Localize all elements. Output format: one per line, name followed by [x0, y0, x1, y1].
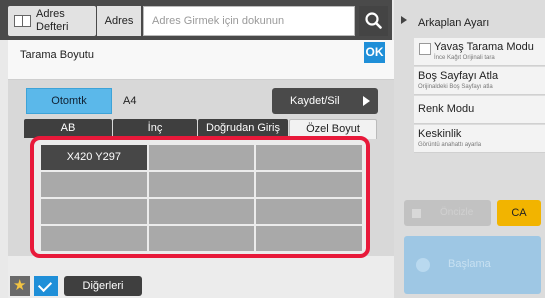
custom-size-slot[interactable] [256, 145, 362, 170]
custom-size-slot[interactable] [256, 172, 362, 197]
store-delete-button[interactable]: Kaydet/Sil [272, 88, 378, 114]
custom-size-slot[interactable] [148, 145, 255, 170]
custom-size-grid: X420 Y297 [41, 145, 362, 251]
background-adjust-item[interactable]: Arkaplan Ayarı [418, 17, 489, 29]
skip-blank-page-sub: Orijinaldeki Boş Sayfayı atla [418, 84, 493, 90]
address-book-label: Adres Defteri [36, 8, 69, 33]
search-button[interactable] [359, 6, 388, 36]
arrow-right-icon [363, 96, 370, 106]
color-mode-label: Renk Modu [418, 103, 475, 115]
address-book-button[interactable]: Adres Defteri [8, 6, 96, 36]
sharpness-sub: Görüntü anahattı ayarla [418, 142, 482, 148]
checkbox-icon[interactable] [419, 43, 431, 55]
skip-blank-page-label: Boş Sayfayı Atla [418, 70, 499, 82]
address-input[interactable]: Adres Girmek için dokunun [143, 6, 355, 36]
clear-all-button[interactable]: CA [497, 200, 541, 226]
ok-button[interactable]: OK [364, 42, 385, 63]
search-icon [365, 12, 382, 29]
collapse-arrow-icon[interactable] [401, 16, 407, 24]
custom-size-slot[interactable] [148, 199, 255, 224]
checkmark-icon[interactable] [34, 276, 58, 296]
store-delete-label: Kaydet/Sil [290, 95, 340, 107]
star-icon[interactable] [10, 276, 30, 296]
custom-size-slot[interactable] [256, 199, 362, 224]
address-tab[interactable]: Adres [97, 6, 141, 36]
auto-size-button[interactable]: Otomtk [26, 88, 112, 114]
slow-scan-mode-item[interactable]: Yavaş Tarama Modu İnce Kağıt Orijinali t… [414, 38, 545, 66]
preview-label: Öncizle [440, 207, 474, 218]
custom-size-slot[interactable] [41, 199, 147, 224]
sharpness-label: Keskinlik [418, 128, 462, 140]
slow-scan-mode-label: Yavaş Tarama Modu [434, 41, 534, 53]
custom-size-slot[interactable]: X420 Y297 [41, 145, 147, 170]
address-book-icon [14, 15, 31, 27]
start-icon [416, 258, 430, 272]
current-size-value: A4 [123, 95, 137, 107]
custom-size-slot[interactable] [148, 172, 255, 197]
start-label: Başlama [448, 258, 491, 270]
sharpness-item[interactable]: Keskinlik Görüntü anahattı ayarla [414, 125, 545, 153]
preview-button[interactable]: Öncizle [404, 200, 491, 226]
custom-size-slot[interactable] [41, 226, 147, 251]
start-button[interactable]: Başlama [404, 236, 541, 294]
screen: Adres Defteri Adres Adres Girmek için do… [0, 0, 545, 298]
custom-size-slot[interactable] [41, 172, 147, 197]
custom-size-slot[interactable] [148, 226, 255, 251]
skip-blank-page-item[interactable]: Boş Sayfayı Atla Orijinaldeki Boş Sayfay… [414, 67, 545, 95]
custom-size-slot[interactable] [256, 226, 362, 251]
color-mode-item[interactable]: Renk Modu [414, 96, 545, 124]
panel-title: Tarama Boyutu [20, 49, 94, 61]
preview-icon [412, 209, 421, 218]
slow-scan-mode-sub: İnce Kağıt Orijinali tara [434, 55, 495, 61]
others-button[interactable]: Diğerleri [64, 276, 142, 296]
